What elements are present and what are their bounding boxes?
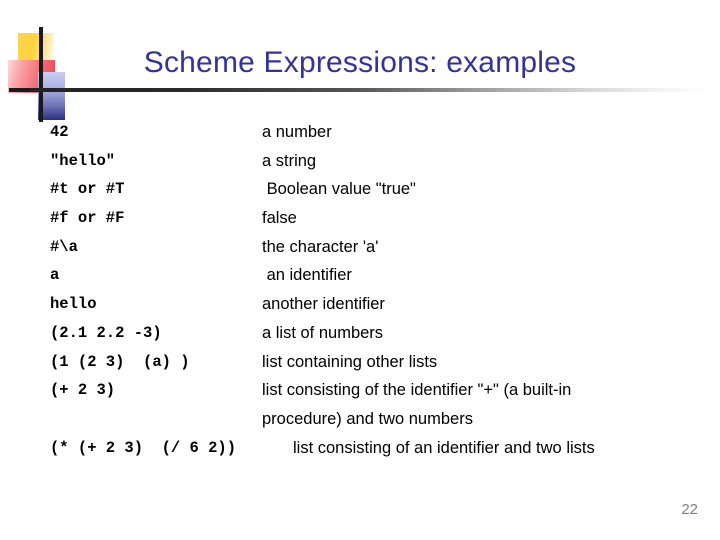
expression-description: the character 'a' <box>262 237 379 256</box>
expression-description: an identifier <box>262 266 352 285</box>
expression-code: #f or #F <box>50 209 125 228</box>
expression-code: hello <box>50 295 97 314</box>
expression-description: a list of numbers <box>262 323 384 342</box>
expression-code: (2.1 2.2 -3) <box>50 323 162 342</box>
table-row: "hello" a string <box>50 151 690 180</box>
table-row: (2.1 2.2 -3) a list of numbers <box>50 323 690 352</box>
decoration-blue-square <box>38 72 65 120</box>
table-row: (+ 2 3) list consisting of the identifier… <box>50 380 690 409</box>
expression-code: (+ 2 3) <box>50 381 116 400</box>
decoration-vertical-bar <box>39 27 43 122</box>
expression-description: list containing other lists <box>262 352 438 371</box>
expression-code: 42 <box>50 123 69 141</box>
table-row: #f or #F false <box>50 208 690 237</box>
expression-description: another identifier <box>262 295 385 314</box>
table-row: 42 a number <box>50 122 690 151</box>
expression-description: a string <box>262 151 317 170</box>
expression-code: a <box>50 266 60 285</box>
table-row: #t or #T Boolean value "true" <box>50 179 690 208</box>
expression-description: a number <box>262 123 332 141</box>
expression-description: list consisting of an identifier and two… <box>293 438 595 457</box>
table-row: (* (+ 2 3) (/ 6 2)) list consisting of an… <box>50 438 690 467</box>
table-row: #\a the character 'a' <box>50 237 690 266</box>
table-row: hello another identifier <box>50 294 690 323</box>
page-title: Scheme Expressions: examples <box>143 46 577 79</box>
expression-code: #t or #T <box>50 180 125 199</box>
table-row: procedure) and two numbers <box>50 409 690 438</box>
table-row: a an identifier <box>50 265 690 294</box>
expression-code: (* (+ 2 3) (/ 6 2)) <box>50 438 237 457</box>
title-divider-rule <box>30 88 708 92</box>
expression-description: Boolean value "true" <box>262 180 416 199</box>
page-number: 22 <box>681 501 698 518</box>
expression-description: false <box>262 209 297 228</box>
expression-code: "hello" <box>50 151 116 170</box>
expression-code: (1 (2 3) (a) ) <box>50 352 190 371</box>
expression-description: procedure) and two numbers <box>262 409 473 428</box>
expression-code: #\a <box>50 237 78 256</box>
table-row: (1 (2 3) (a) ) list containing other list… <box>50 352 690 381</box>
expression-table: 42 a number "hello" a string #t or #T Boolea… <box>50 122 690 466</box>
decoration-yellow-square <box>18 33 54 66</box>
expression-description: list consisting of the identifier "+" (a… <box>262 381 572 400</box>
